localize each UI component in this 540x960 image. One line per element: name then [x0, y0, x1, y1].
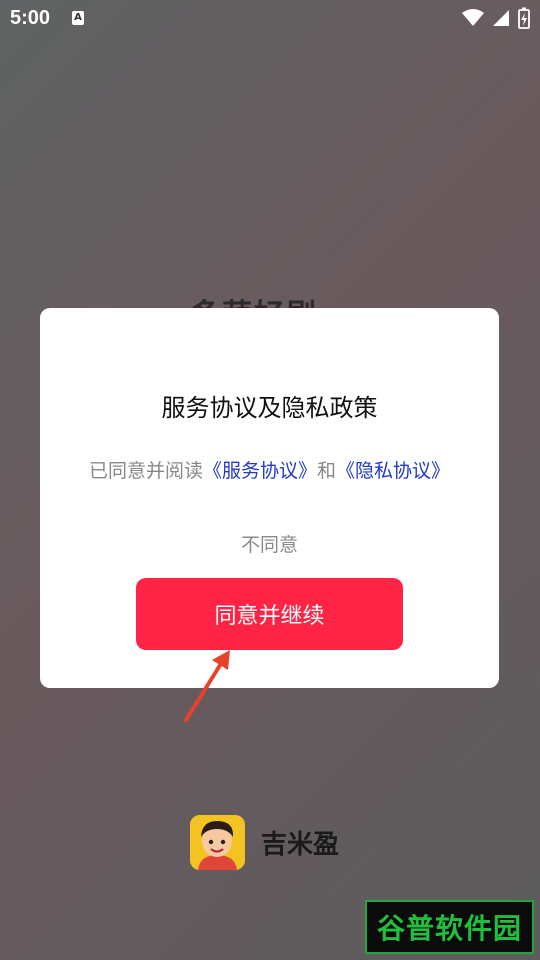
status-time: 5:00 [10, 7, 51, 29]
brand-name: 吉米盈 [261, 830, 340, 860]
cartoon-boy-icon [190, 815, 245, 870]
agree-continue-button[interactable]: 同意并继续 [136, 578, 403, 650]
annotation-arrow-icon [184, 650, 230, 722]
service-agreement-link[interactable]: 《服务协议》 [203, 460, 317, 482]
status-bar: 5:00 A [0, 0, 540, 36]
signal-icon [493, 10, 509, 26]
notification-a-icon: A [72, 11, 84, 25]
brand-footer: 吉米盈 [190, 815, 339, 870]
wifi-icon [462, 9, 484, 26]
status-icons [462, 7, 530, 29]
agreement-connector: 和 [317, 460, 337, 482]
agreement-prefix: 已同意并阅读 [88, 460, 203, 482]
battery-icon [518, 7, 530, 29]
disagree-button[interactable]: 不同意 [40, 530, 499, 557]
dialog-title: 服务协议及隐私政策 [161, 394, 378, 422]
privacy-dialog: 服务协议及隐私政策 已同意并阅读《服务协议》和《隐私协议》 不同意 同意并继续 [40, 308, 499, 688]
agreement-text: 已同意并阅读《服务协议》和《隐私协议》 [40, 456, 499, 483]
app-logo [190, 815, 245, 870]
privacy-agreement-link[interactable]: 《隐私协议》 [336, 460, 450, 482]
site-watermark: 谷普软件园 [365, 900, 534, 954]
